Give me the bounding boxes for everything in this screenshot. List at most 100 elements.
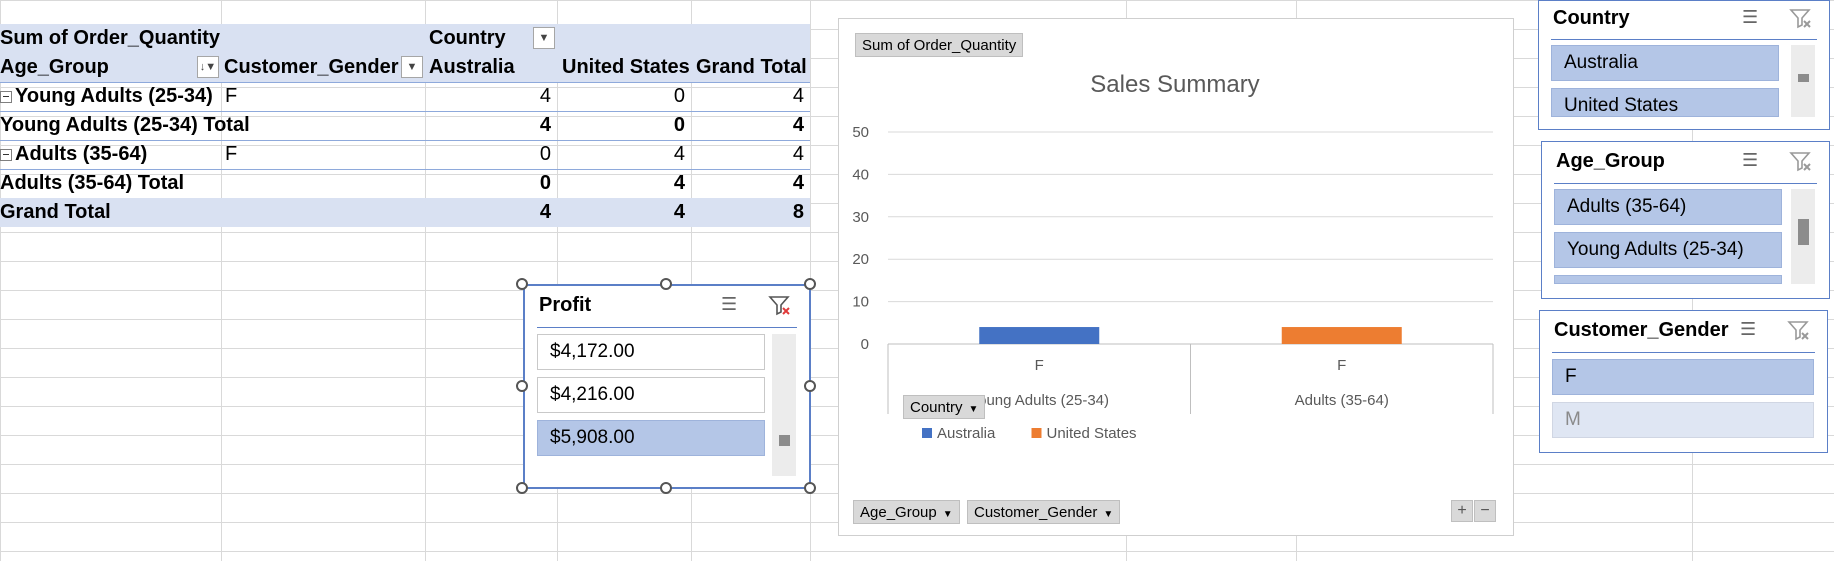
pivot-col-grand-total: Grand Total bbox=[696, 56, 807, 78]
slicer-item-partial[interactable] bbox=[1554, 275, 1782, 284]
y-tick-label: 10 bbox=[852, 294, 869, 311]
multi-select-icon[interactable]: ☰ bbox=[1742, 7, 1766, 31]
pivot-row-gender: F bbox=[225, 85, 238, 107]
scrollbar-thumb[interactable] bbox=[1798, 74, 1809, 82]
pivot-subtotal-row[interactable]: Young Adults (25-34) Total 4 0 4 bbox=[0, 111, 810, 141]
pivot-value-australia: 0 bbox=[539, 143, 551, 165]
category-outer-label: Young Adults (25-34) bbox=[969, 392, 1109, 409]
slicer-item-selected[interactable]: Adults (35-64) bbox=[1554, 189, 1782, 225]
clear-filter-icon[interactable] bbox=[1789, 7, 1813, 31]
pivot-row-label: Grand Total bbox=[0, 201, 111, 223]
clear-filter-icon[interactable] bbox=[768, 294, 792, 318]
slicer-item[interactable]: $4,172.00 bbox=[537, 334, 765, 370]
pivot-chart[interactable]: Sum of Order_Quantity Sales Summary 0 10 2… bbox=[838, 18, 1514, 536]
pivot-subtotal-row[interactable]: Adults (35-64) Total 0 4 4 bbox=[0, 169, 810, 199]
chevron-down-icon: ▼ bbox=[968, 404, 979, 415]
expand-field-button[interactable]: + bbox=[1451, 500, 1473, 522]
pivot-value-australia: 0 bbox=[539, 172, 551, 194]
axis-field-button-gender[interactable]: Customer_Gender ▼ bbox=[967, 500, 1121, 524]
pivot-value-field[interactable]: Sum of Order_Quantity bbox=[0, 24, 425, 53]
pivot-col-us: United States bbox=[562, 56, 690, 78]
pivot-row-field-age[interactable]: Age_Group bbox=[0, 53, 221, 82]
resize-handle[interactable] bbox=[660, 482, 672, 494]
slicer-item-selected[interactable]: F bbox=[1552, 359, 1814, 395]
slicer-item-no-data[interactable]: M bbox=[1552, 402, 1814, 438]
country-filter-dropdown[interactable]: ▼ bbox=[533, 27, 555, 49]
collapse-icon[interactable] bbox=[0, 91, 12, 103]
slicer-item-selected[interactable]: $5,908.00 bbox=[537, 420, 765, 456]
row-label-text: Adults (35-64) bbox=[15, 143, 148, 165]
bar-united-states bbox=[1281, 327, 1402, 344]
slicer-item-selected[interactable]: Australia bbox=[1551, 45, 1779, 81]
legend-field-button[interactable]: Country ▼ bbox=[903, 395, 986, 419]
legend-swatch bbox=[922, 428, 932, 438]
resize-handle[interactable] bbox=[804, 482, 816, 494]
slicer-scrollbar[interactable] bbox=[772, 334, 796, 476]
pivot-row[interactable]: Adults (35-64) F 0 4 4 bbox=[0, 140, 810, 170]
scrollbar-thumb[interactable] bbox=[1798, 219, 1809, 245]
slicer-item-selected[interactable]: United States bbox=[1551, 88, 1779, 117]
multi-select-icon[interactable]: ☰ bbox=[1740, 319, 1764, 343]
pivot-row-label: Young Adults (25-34) Total bbox=[0, 114, 250, 136]
pivot-column-field[interactable]: Country bbox=[429, 24, 549, 53]
pivot-value-total: 4 bbox=[792, 172, 804, 194]
pivot-value-us: 4 bbox=[673, 201, 685, 223]
slicer-item[interactable]: $4,216.00 bbox=[537, 377, 765, 413]
pivot-value-australia: 4 bbox=[539, 114, 551, 136]
pivot-row-label[interactable]: Young Adults (25-34) bbox=[0, 82, 221, 111]
pivot-row-label[interactable]: Adults (35-64) bbox=[0, 140, 221, 169]
chart-bars bbox=[979, 327, 1402, 344]
slicer-title: Age_Group bbox=[1556, 150, 1665, 172]
y-tick-label: 50 bbox=[852, 124, 869, 141]
clear-filter-icon[interactable] bbox=[1789, 150, 1813, 174]
multi-select-icon[interactable]: ☰ bbox=[721, 294, 745, 318]
pivot-row[interactable]: Young Adults (25-34) F 4 0 4 bbox=[0, 82, 810, 112]
slicer-title: Profit bbox=[539, 294, 592, 316]
collapse-icon[interactable] bbox=[0, 149, 12, 161]
profit-slicer[interactable]: Profit ☰ $4,172.00 $4,216.00 $5,908.00 bbox=[523, 284, 811, 489]
resize-handle[interactable] bbox=[804, 380, 816, 392]
axis-field-label: Age_Group bbox=[860, 504, 937, 521]
resize-handle[interactable] bbox=[516, 482, 528, 494]
legend-label: United States bbox=[1047, 425, 1137, 442]
chart-title: Sales Summary bbox=[1090, 71, 1259, 98]
resize-handle[interactable] bbox=[516, 278, 528, 290]
resize-handle[interactable] bbox=[516, 380, 528, 392]
age-group-sort-dropdown[interactable]: ↓▼ bbox=[197, 56, 219, 78]
gender-filter-dropdown[interactable]: ▼ bbox=[401, 56, 423, 78]
chevron-down-icon: ▼ bbox=[538, 32, 550, 44]
age-group-slicer[interactable]: Age_Group ☰ Adults (35-64) Young Adults … bbox=[1541, 141, 1830, 299]
multi-select-icon[interactable]: ☰ bbox=[1742, 150, 1766, 174]
y-tick-label: 40 bbox=[852, 166, 869, 183]
slicer-scrollbar[interactable] bbox=[1791, 45, 1815, 117]
customer-gender-slicer[interactable]: Customer_Gender ☰ F M bbox=[1539, 310, 1828, 453]
pivot-value-us: 4 bbox=[673, 172, 685, 194]
pivot-value-australia: 4 bbox=[539, 201, 551, 223]
resize-handle[interactable] bbox=[804, 278, 816, 290]
pivot-value-total: 4 bbox=[792, 85, 804, 107]
scrollbar-thumb[interactable] bbox=[779, 435, 790, 446]
pivot-header-row-1: Sum of Order_Quantity Country ▼ bbox=[0, 24, 810, 53]
clear-filter-icon[interactable] bbox=[1787, 319, 1811, 343]
y-tick-label: 0 bbox=[861, 336, 869, 353]
y-tick-label: 20 bbox=[852, 251, 869, 268]
pivot-row-gender: F bbox=[225, 143, 238, 165]
pivot-value-total: 4 bbox=[792, 114, 804, 136]
slicer-separator bbox=[1551, 39, 1817, 40]
slicer-item-selected[interactable]: Young Adults (25-34) bbox=[1554, 232, 1782, 268]
sort-descending-icon: ↓▼ bbox=[199, 61, 217, 73]
collapse-field-button[interactable]: − bbox=[1474, 500, 1496, 522]
slicer-scrollbar[interactable] bbox=[1791, 189, 1815, 284]
legend-field-label: Country bbox=[910, 399, 963, 416]
pivot-grand-total-row[interactable]: Grand Total 4 4 8 bbox=[0, 198, 810, 227]
pivot-value-us: 4 bbox=[673, 143, 685, 165]
chart-plot-svg: Sales Summary 0 10 20 30 40 50 F Young Adults … bbox=[852, 71, 1494, 442]
country-slicer[interactable]: Country ☰ Australia United States bbox=[1538, 0, 1830, 130]
pivot-row-label: Adults (35-64) Total bbox=[0, 172, 185, 194]
chart-category-labels: F Young Adults (25-34) F Adults (35-64) bbox=[969, 357, 1388, 409]
y-tick-label: 30 bbox=[852, 209, 869, 226]
resize-handle[interactable] bbox=[660, 278, 672, 290]
chevron-down-icon: ▼ bbox=[1103, 509, 1114, 520]
axis-field-button-age[interactable]: Age_Group ▼ bbox=[853, 500, 960, 524]
pivot-row-field-gender[interactable]: Customer_Gender bbox=[224, 53, 424, 82]
